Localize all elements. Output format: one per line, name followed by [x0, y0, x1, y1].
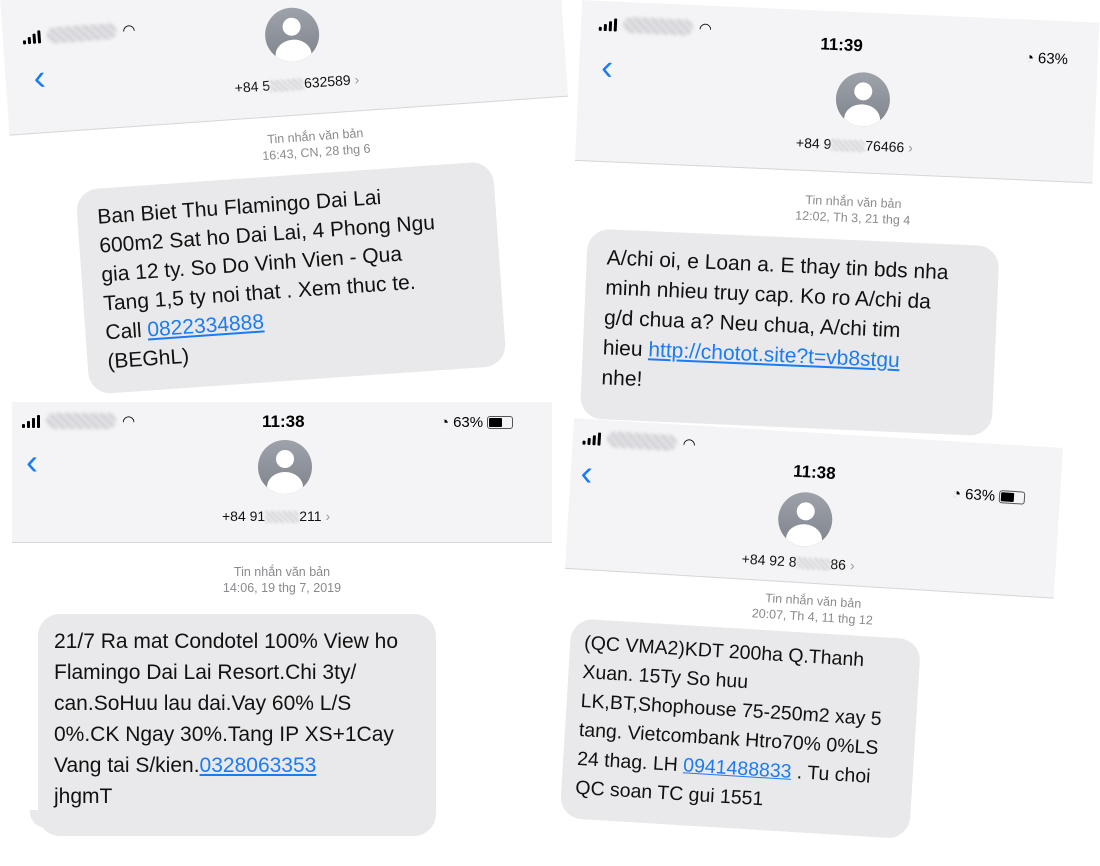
back-chevron-icon[interactable]: ‹ — [579, 452, 593, 494]
carrier-name-redacted — [622, 16, 694, 36]
status-time: 11:39 — [819, 34, 864, 56]
chevron-right-icon: › — [354, 71, 360, 88]
contact-avatar-icon[interactable] — [776, 490, 834, 548]
screenshot-top-right: ◠ 11:39 ◔ 63% ‹ +84 9 76466 › Tin nhắn văn… — [562, 0, 1100, 468]
contact-avatar-icon[interactable] — [834, 71, 892, 128]
wifi-icon: ◠ — [122, 413, 136, 430]
message-type-label: Tin nhắn văn bản — [233, 565, 331, 579]
message-bubble[interactable]: Ban Biet Thu Flamingo Dai Lai 600m2 Sat … — [75, 161, 507, 395]
chevron-right-icon: › — [907, 139, 914, 156]
contact-number[interactable]: +84 91 211 › — [222, 508, 330, 524]
message-line: Vang tai S/kien.0328063353 — [54, 750, 420, 781]
contact-avatar-icon[interactable] — [258, 440, 312, 494]
screenshot-top-left: ◠ ‹ +84 5 632589 › Tin nhắn văn bản 16:43,… — [0, 0, 587, 405]
signal-bars-icon — [22, 29, 42, 44]
message-line: jhgmT — [54, 785, 113, 808]
conversation-header: ◠ 11:38 ◔ 63% ‹ +84 91 211 › — [12, 402, 552, 543]
status-bar-left: ◠ — [582, 429, 697, 454]
contact-number-suffix: 632589 — [303, 71, 352, 91]
wifi-icon: ◠ — [682, 435, 697, 454]
status-bar-right: ◔ 63% — [440, 414, 514, 431]
contact-number-suffix: 211 — [299, 508, 322, 524]
signal-bars-icon — [582, 431, 602, 446]
battery-icon — [998, 490, 1026, 505]
number-redaction — [831, 139, 866, 153]
link-prefix: Vang tai S/kien. — [54, 754, 200, 777]
signal-bars-icon — [598, 17, 618, 32]
chevron-right-icon: › — [325, 508, 331, 524]
message-line: 21/7 Ra mat Condotel 100% View ho — [54, 630, 398, 653]
wifi-icon: ◠ — [698, 20, 713, 38]
message-timestamp: Tin nhắn văn bản 16:43, CN, 28 thg 6 — [210, 121, 422, 168]
battery-percent: 63% — [453, 414, 484, 431]
contact-number[interactable]: +84 92 8 86 › — [741, 551, 855, 574]
message-timestamp: Tin nhắn văn bản 14:06, 19 thg 7, 2019 — [177, 564, 387, 596]
conversation-header: ◠ 11:38 ◔ 63% ‹ +84 92 8 86 › — [564, 418, 1064, 599]
screenshot-bottom-left: ◠ 11:38 ◔ 63% ‹ +84 91 211 › Tin nhắn văn … — [12, 402, 552, 848]
phone-link[interactable]: 0822334888 — [147, 310, 265, 341]
message-timestamp: Tin nhắn văn bản 20:07, Th 4, 11 thg 12 — [712, 587, 914, 631]
status-bar-right: ◔ 63% — [952, 485, 1026, 506]
carrier-name-redacted — [46, 413, 116, 429]
message-bubble[interactable]: (QC VMA2)KDT 200ha Q.Thanh Xuan. 15Ty So… — [559, 618, 922, 840]
phone-link[interactable]: 0941488833 — [683, 754, 793, 783]
back-chevron-icon[interactable]: ‹ — [26, 444, 38, 480]
alarm-icon: ◔ — [951, 485, 962, 503]
number-redaction — [269, 78, 305, 93]
contact-number-prefix: +84 5 — [234, 77, 271, 96]
carrier-name-redacted — [46, 22, 118, 44]
message-time: 14:06, 19 thg 7, 2019 — [222, 581, 342, 595]
conversation-header: ◠ 11:39 ◔ 63% ‹ +84 9 76466 › — [574, 0, 1100, 184]
link-suffix: . Tu choi — [790, 760, 872, 788]
message-bubble[interactable]: 21/7 Ra mat Condotel 100% View ho Flamin… — [38, 614, 436, 836]
wifi-icon: ◠ — [121, 21, 137, 40]
message-timestamp: Tin nhắn văn bản 12:02, Th 3, 21 thg 4 — [747, 189, 958, 230]
link-prefix: hieu — [602, 336, 649, 362]
contact-number-prefix: +84 92 8 — [741, 550, 798, 570]
contact-number-prefix: +84 9 — [795, 134, 832, 153]
message-line: Flamingo Dai Lai Resort.Chi 3ty/ — [54, 661, 357, 684]
chevron-right-icon: › — [849, 557, 856, 574]
status-time: 11:38 — [792, 461, 837, 484]
back-chevron-icon[interactable]: ‹ — [600, 46, 614, 87]
contact-number-suffix: 76466 — [865, 137, 905, 156]
message-line: 0%.CK Ngay 30%.Tang IP XS+1Cay — [54, 723, 394, 746]
contact-avatar-icon[interactable] — [263, 5, 321, 64]
status-bar-left: ◠ — [22, 21, 136, 47]
message-bubble[interactable]: A/chi oi, e Loan a. E thay tin bds nha m… — [579, 228, 1000, 437]
contact-number-prefix: +84 91 — [222, 508, 266, 524]
battery-percent: 63% — [964, 486, 996, 505]
status-bar-right: ◔ 63% — [1025, 49, 1069, 68]
alarm-icon: ◔ — [440, 414, 450, 431]
message-line: can.SoHuu lau dai.Vay 60% L/S — [54, 692, 352, 715]
number-redaction — [265, 511, 300, 524]
status-bar-left: ◠ — [22, 412, 135, 430]
alarm-icon: ◔ — [1024, 49, 1035, 67]
number-redaction — [796, 557, 831, 572]
signal-bars-icon — [22, 414, 40, 428]
contact-number[interactable]: +84 5 632589 › — [234, 71, 360, 96]
screenshot-bottom-right: ◠ 11:38 ◔ 63% ‹ +84 92 8 86 › Tin nhắn văn… — [549, 418, 1064, 848]
battery-icon — [487, 416, 514, 429]
status-time: 11:38 — [262, 412, 305, 431]
contact-number[interactable]: +84 9 76466 › — [796, 134, 914, 155]
link-prefix: Call — [104, 318, 149, 345]
link-prefix: 24 thag. LH — [576, 747, 684, 777]
conversation-header: ◠ ‹ +84 5 632589 › — [0, 0, 569, 136]
status-bar-left: ◠ — [598, 15, 713, 38]
contact-number-suffix: 86 — [829, 555, 847, 573]
carrier-name-redacted — [606, 431, 678, 452]
battery-percent: 63% — [1037, 49, 1069, 69]
back-chevron-icon[interactable]: ‹ — [32, 56, 47, 98]
phone-link[interactable]: 0328063353 — [200, 754, 317, 777]
